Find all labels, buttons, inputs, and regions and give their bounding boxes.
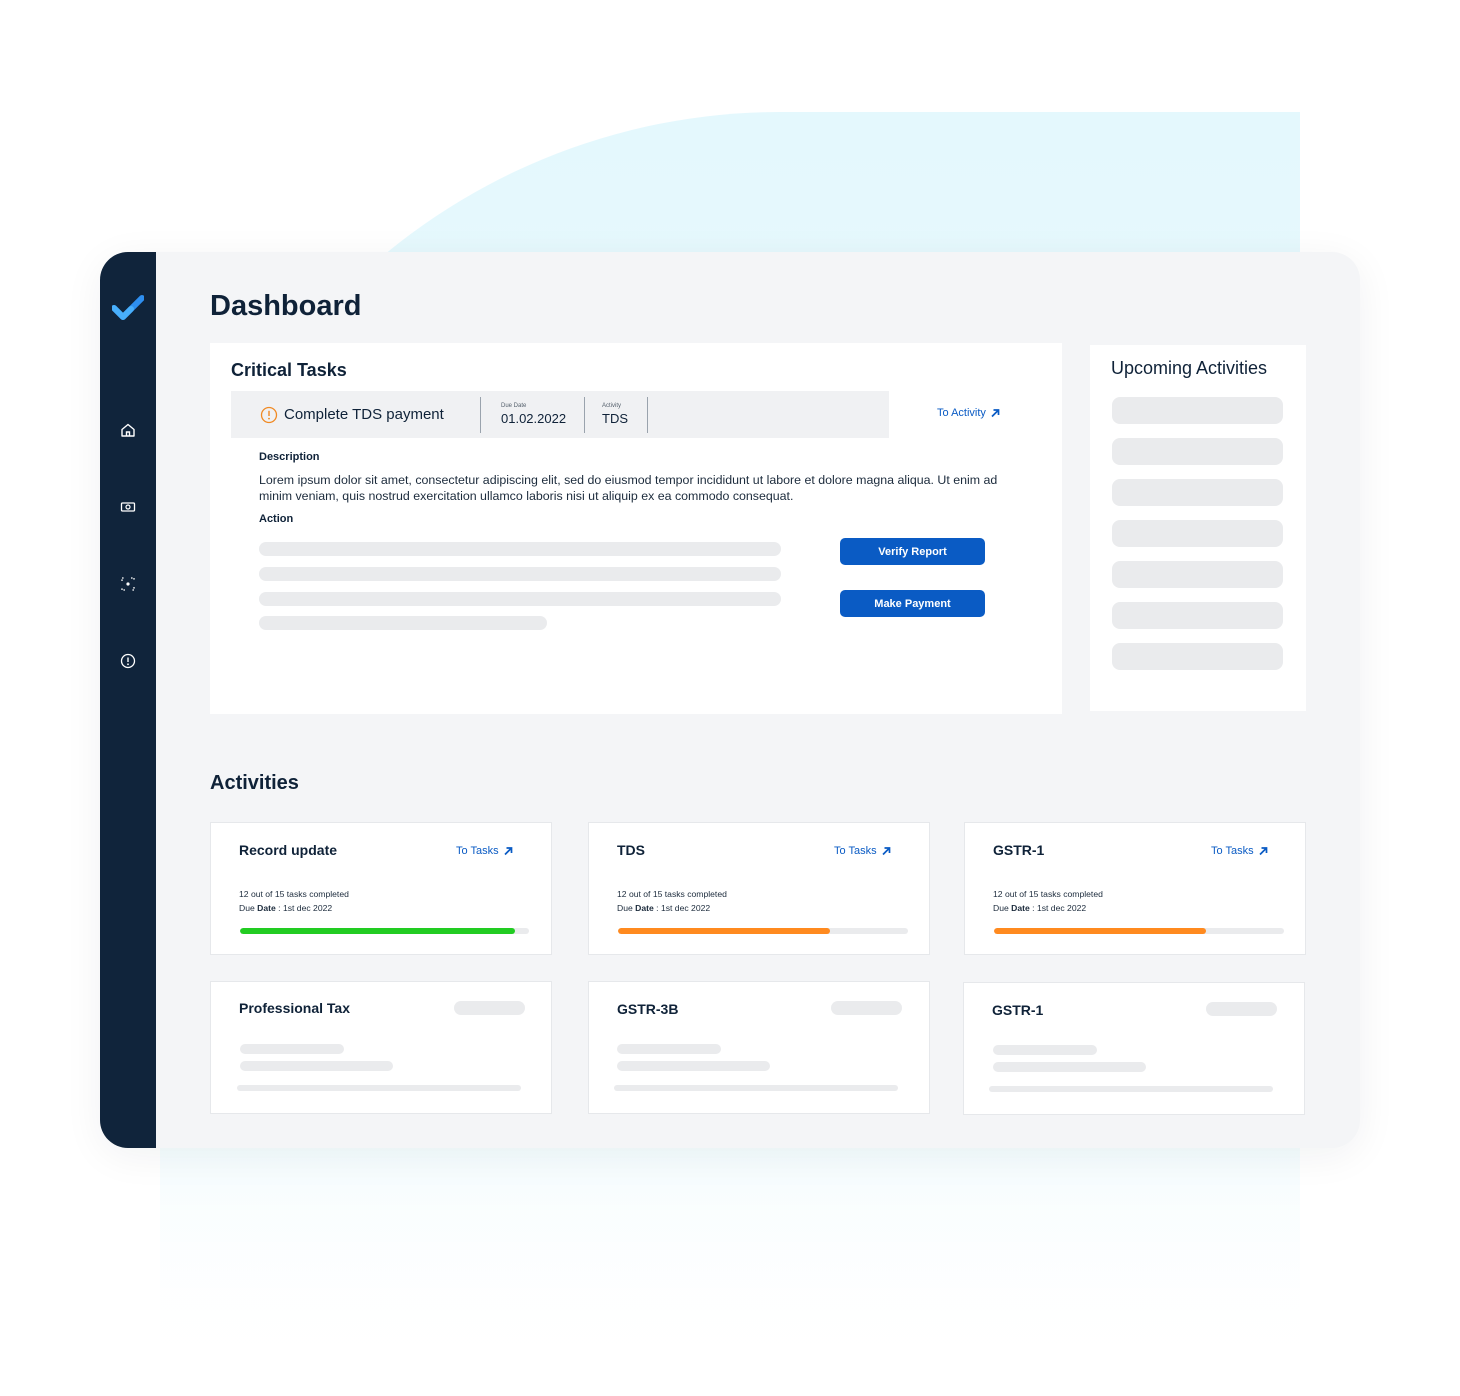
upcoming-placeholder [1112, 479, 1283, 506]
progress-fill [994, 928, 1206, 934]
placeholder-line [617, 1061, 770, 1071]
activity-title: GSTR-3B [617, 1001, 679, 1017]
arrow-up-right-icon [991, 409, 1000, 418]
activity-card[interactable]: Record update To Tasks 12 out of 15 task… [210, 822, 552, 955]
progress-fill [618, 928, 830, 934]
due-date-text: Due Date : 1st dec 2022 [239, 903, 333, 913]
placeholder-line [259, 592, 781, 606]
upcoming-placeholder [1112, 602, 1283, 629]
due-date-value: 01.02.2022 [501, 411, 567, 426]
placeholder-pill [454, 1001, 525, 1015]
critical-tasks-card: Critical Tasks Complete TDS payment Due … [210, 343, 1062, 714]
placeholder-line [617, 1044, 721, 1054]
placeholder-line [993, 1045, 1097, 1055]
critical-task-row[interactable]: Complete TDS payment Due Date 01.02.2022… [231, 391, 889, 438]
to-activity-link[interactable]: To Activity [937, 407, 1000, 419]
activity-card[interactable]: TDS To Tasks 12 out of 15 tasks complete… [588, 822, 930, 955]
to-tasks-label: To Tasks [456, 845, 499, 857]
progress-track [240, 928, 529, 934]
activity-title: TDS [617, 842, 645, 858]
activity-card[interactable]: GSTR-3B [588, 981, 930, 1114]
placeholder-line [259, 542, 781, 556]
home-icon[interactable] [119, 421, 137, 439]
make-payment-button[interactable]: Make Payment [840, 590, 985, 617]
placeholder-bar [989, 1086, 1273, 1092]
description-text: Lorem ipsum dolor sit amet, consectetur … [259, 473, 998, 503]
to-tasks-label: To Tasks [834, 845, 877, 857]
due-date-label: Due Date [501, 403, 527, 409]
arrow-up-right-icon [881, 847, 890, 856]
to-activity-label: To Activity [937, 407, 986, 419]
placeholder-bar [237, 1085, 521, 1091]
progress-track [994, 928, 1284, 934]
placeholder-pill [1206, 1002, 1277, 1016]
background-fade [160, 1150, 1300, 1396]
task-name: Complete TDS payment [284, 406, 444, 423]
placeholder-line [259, 567, 781, 581]
app-window: Dashboard Critical Tasks Complete TDS pa… [100, 252, 1360, 1148]
critical-tasks-heading: Critical Tasks [231, 360, 347, 380]
upcoming-placeholder [1112, 561, 1283, 588]
activity-card[interactable]: Professional Tax [210, 981, 552, 1114]
upcoming-placeholder [1112, 397, 1283, 424]
placeholder-line [259, 616, 547, 630]
activity-title: GSTR-1 [993, 842, 1045, 858]
progress-fill [240, 928, 515, 934]
divider [480, 397, 481, 433]
progress-track [618, 928, 908, 934]
due-date-text: Due Date : 1st dec 2022 [993, 903, 1087, 913]
to-tasks-link[interactable]: To Tasks [1211, 845, 1268, 857]
divider [584, 397, 585, 433]
placeholder-line [240, 1061, 393, 1071]
focus-icon[interactable] [119, 575, 137, 593]
placeholder-bar [614, 1085, 898, 1091]
progress-text: 12 out of 15 tasks completed [993, 889, 1103, 899]
upcoming-placeholder [1112, 520, 1283, 547]
to-tasks-link[interactable]: To Tasks [456, 845, 513, 857]
upcoming-activities-heading: Upcoming Activities [1111, 358, 1268, 378]
divider [647, 397, 648, 433]
to-tasks-link[interactable]: To Tasks [834, 845, 891, 857]
upcoming-placeholder [1112, 438, 1283, 465]
arrow-up-right-icon [1258, 847, 1267, 856]
page-title: Dashboard [210, 290, 362, 322]
activity-title: GSTR-1 [992, 1002, 1044, 1018]
activity-label: Activity [602, 403, 622, 409]
activity-title: Professional Tax [239, 1000, 351, 1016]
due-date-text: Due Date : 1st dec 2022 [617, 903, 711, 913]
activity-card[interactable]: GSTR-1 To Tasks 12 out of 15 tasks compl… [964, 822, 1306, 955]
alert-icon[interactable] [119, 652, 137, 670]
action-label: Action [259, 513, 294, 525]
to-tasks-label: To Tasks [1211, 845, 1254, 857]
activity-card[interactable]: GSTR-1 [963, 982, 1305, 1115]
placeholder-line [993, 1062, 1146, 1072]
placeholder-pill [831, 1001, 902, 1015]
description-label: Description [259, 451, 320, 463]
progress-text: 12 out of 15 tasks completed [239, 889, 349, 899]
payment-icon[interactable] [119, 498, 137, 516]
upcoming-placeholder [1112, 643, 1283, 670]
placeholder-line [240, 1044, 344, 1054]
activity-title: Record update [239, 842, 338, 858]
sidebar [100, 252, 156, 1148]
arrow-up-right-icon [503, 847, 512, 856]
progress-text: 12 out of 15 tasks completed [617, 889, 727, 899]
activities-heading: Activities [210, 772, 299, 794]
checkmark-logo-icon[interactable] [112, 294, 144, 324]
verify-report-button[interactable]: Verify Report [840, 538, 985, 565]
warning-circle-icon [260, 406, 278, 424]
activity-value: TDS [602, 411, 628, 426]
upcoming-activities-card: Upcoming Activities [1090, 345, 1306, 711]
